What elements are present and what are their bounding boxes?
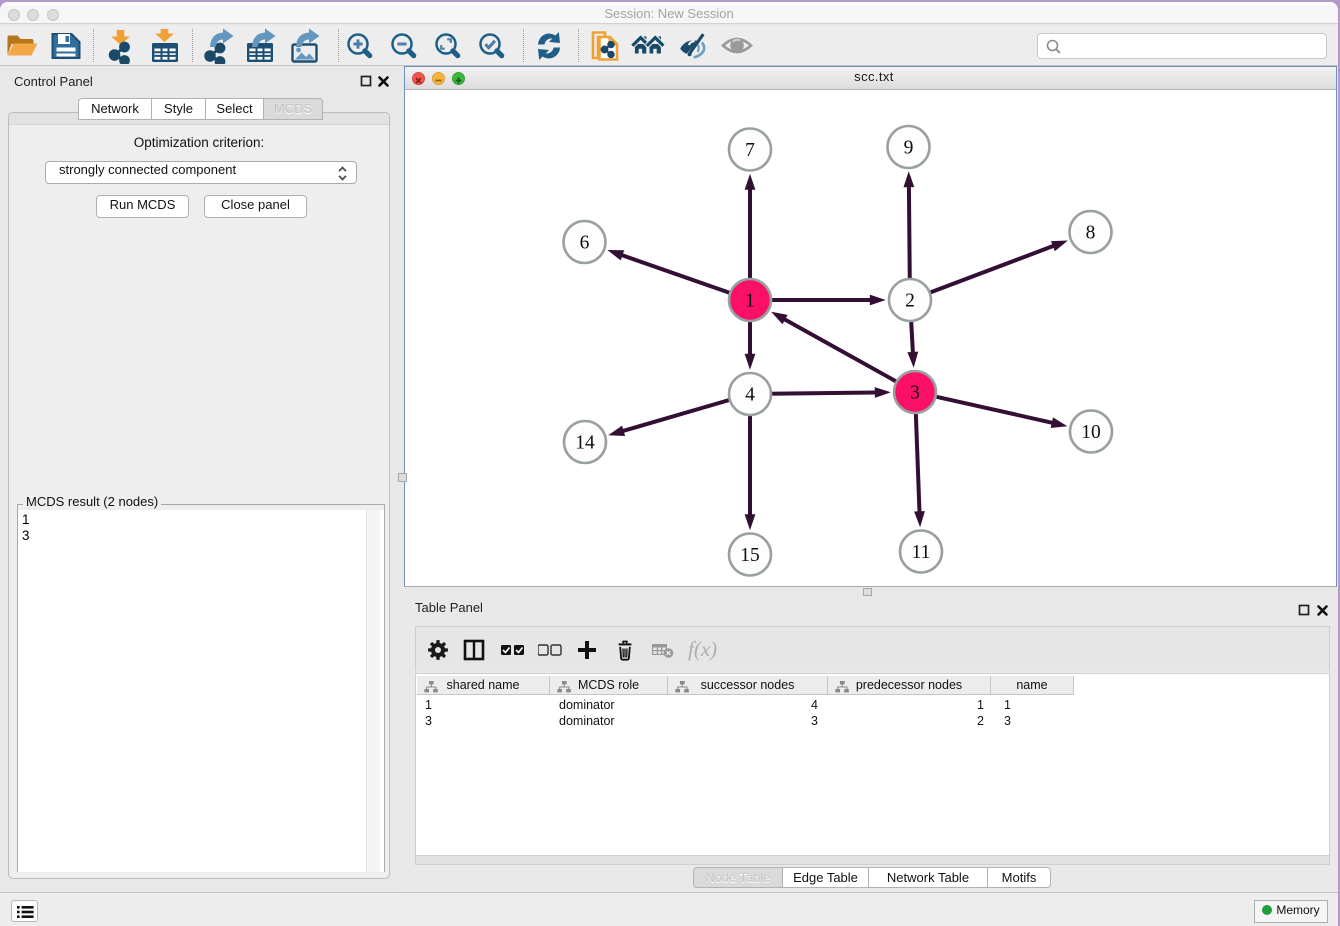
svg-text:11: 11 bbox=[912, 542, 931, 563]
svg-text:8: 8 bbox=[1086, 223, 1096, 244]
svg-text:2: 2 bbox=[905, 291, 915, 312]
svg-text:4: 4 bbox=[745, 385, 755, 406]
svg-text:15: 15 bbox=[740, 545, 760, 566]
svg-text:6: 6 bbox=[580, 233, 590, 254]
svg-text:9: 9 bbox=[904, 138, 914, 159]
svg-text:14: 14 bbox=[575, 433, 595, 454]
svg-text:7: 7 bbox=[745, 140, 755, 161]
svg-text:10: 10 bbox=[1081, 422, 1101, 443]
svg-text:1: 1 bbox=[745, 291, 755, 312]
svg-text:3: 3 bbox=[910, 383, 920, 404]
